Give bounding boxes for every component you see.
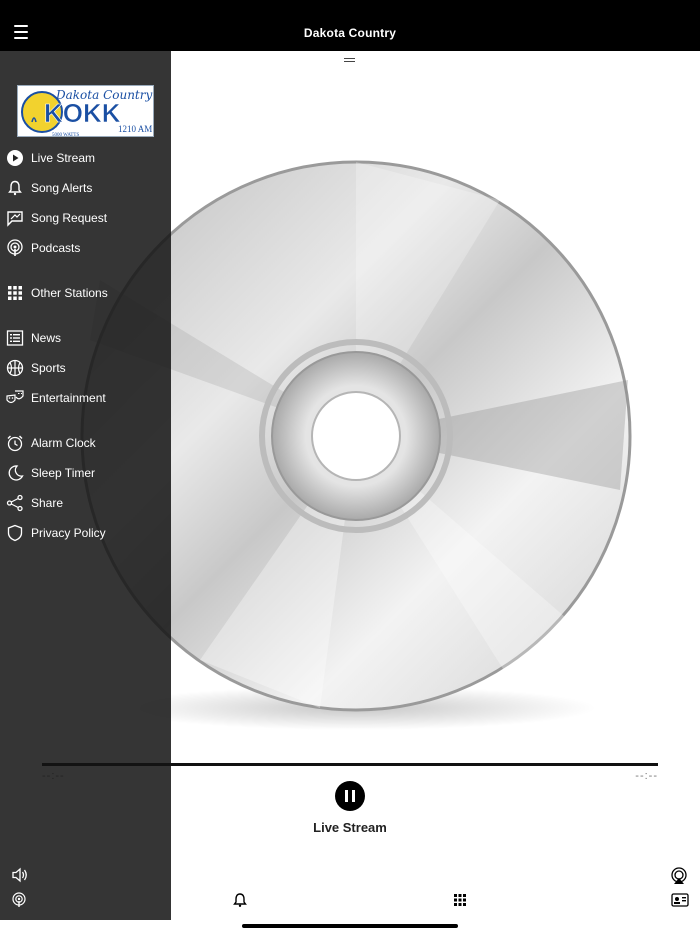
moon-icon <box>6 464 24 482</box>
sidebar-item-live-stream[interactable]: Live Stream <box>0 145 171 171</box>
grid-icon[interactable] <box>453 893 467 907</box>
song-request-icon <box>6 209 24 227</box>
svg-text:5000 WATTS: 5000 WATTS <box>52 133 79 136</box>
sidebar-item-entertainment[interactable]: Entertainment <box>0 385 171 411</box>
side-drawer: Dakota Country KOKK 1210 AM 5000 WATTS L… <box>0 51 171 920</box>
home-indicator <box>242 924 458 928</box>
sidebar-item-other-stations[interactable]: Other Stations <box>0 280 171 306</box>
sidebar-item-label: Live Stream <box>31 151 96 165</box>
podcast-icon[interactable] <box>11 892 27 908</box>
sidebar-item-label: Sports <box>31 361 66 375</box>
theater-masks-icon <box>6 389 24 407</box>
sidebar-item-sleep-timer[interactable]: Sleep Timer <box>0 460 171 486</box>
news-list-icon <box>6 329 24 347</box>
sidebar-item-label: Podcasts <box>31 241 81 255</box>
station-logo: Dakota Country KOKK 1210 AM 5000 WATTS <box>17 85 154 138</box>
contact-card-icon[interactable] <box>671 893 689 907</box>
sidebar-item-label: Song Alerts <box>31 181 93 195</box>
sidebar-item-song-alerts[interactable]: Song Alerts <box>0 175 171 201</box>
svg-text:KOKK: KOKK <box>44 98 121 128</box>
sidebar-item-sports[interactable]: Sports <box>0 355 171 381</box>
sidebar-item-label: Privacy Policy <box>31 526 106 540</box>
sidebar-item-label: News <box>31 331 62 345</box>
svg-text:1210 AM: 1210 AM <box>118 124 152 134</box>
app-title: Dakota Country <box>303 26 397 40</box>
pause-button[interactable] <box>335 781 365 811</box>
bell-icon[interactable] <box>232 892 248 908</box>
sidebar-item-alarm-clock[interactable]: Alarm Clock <box>0 430 171 456</box>
sidebar-item-label: Alarm Clock <box>31 436 96 450</box>
sidebar-item-share[interactable]: Share <box>0 490 171 516</box>
sidebar-item-privacy-policy[interactable]: Privacy Policy <box>0 520 171 546</box>
airplay-icon[interactable] <box>670 867 688 885</box>
volume-icon[interactable] <box>11 867 29 883</box>
drag-handle-icon[interactable] <box>343 57 357 63</box>
sidebar-item-label: Song Request <box>31 211 108 225</box>
remaining-time: --:-- <box>635 770 658 782</box>
podcast-icon <box>6 239 24 257</box>
top-bar: Dakota Country <box>0 0 700 51</box>
sidebar-item-label: Sleep Timer <box>31 466 96 480</box>
alarm-clock-icon <box>6 434 24 452</box>
shield-icon <box>6 524 24 542</box>
share-icon <box>6 494 24 512</box>
sidebar-item-podcasts[interactable]: Podcasts <box>0 235 171 261</box>
sidebar-item-song-request[interactable]: Song Request <box>0 205 171 231</box>
sidebar-item-label: Other Stations <box>31 286 108 300</box>
sidebar-item-label: Share <box>31 496 64 510</box>
play-circle-icon <box>6 149 24 167</box>
basketball-icon <box>6 359 24 377</box>
stream-title: Live Stream <box>313 820 387 835</box>
grid-icon <box>6 284 24 302</box>
sidebar-item-news[interactable]: News <box>0 325 171 351</box>
bell-icon <box>6 179 24 197</box>
sidebar-item-label: Entertainment <box>31 391 106 405</box>
